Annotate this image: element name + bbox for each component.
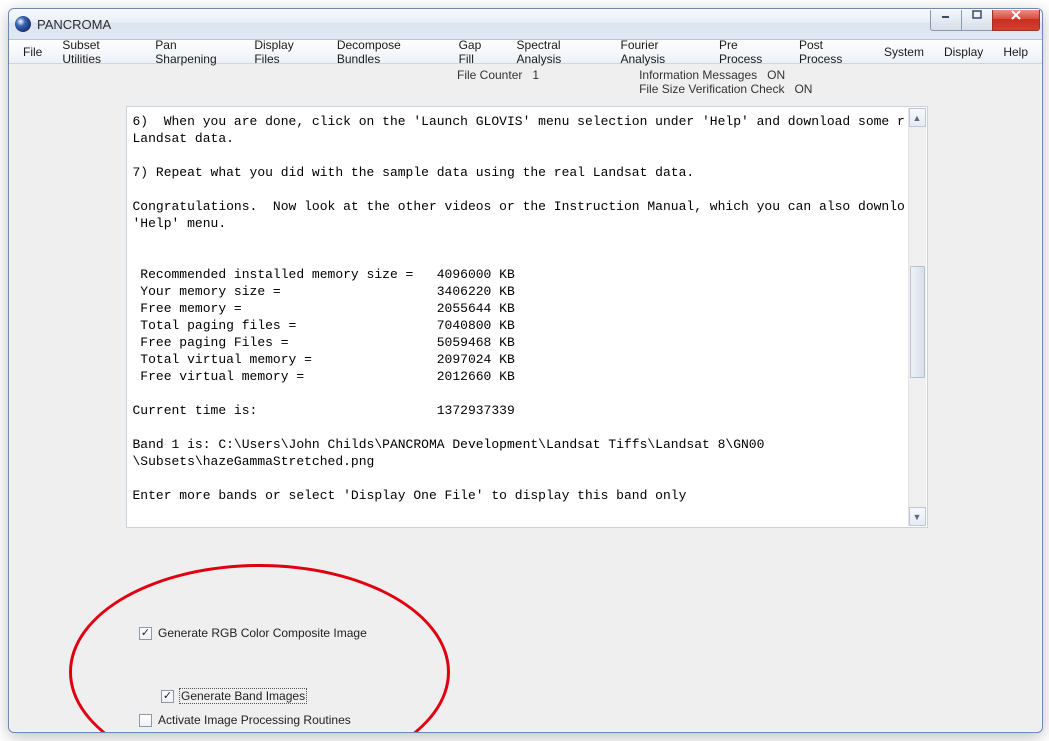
scroll-down-icon[interactable]: ▼ [909,507,926,526]
log-text: 6) When you are done, click on the 'Laun… [133,113,905,521]
menu-file[interactable]: File [13,43,52,61]
size-check-label: File Size Verification Check [639,82,784,96]
checkbox-rgb-composite-label: Generate RGB Color Composite Image [158,626,367,640]
menu-help[interactable]: Help [993,43,1038,61]
minimize-button[interactable] [930,10,962,31]
file-counter-label: File Counter [457,68,522,96]
checkbox-band-images-label: Generate Band Images [180,689,306,703]
log-scrollbar[interactable]: ▲ ▼ [908,108,926,526]
app-icon [15,16,31,32]
titlebar[interactable]: PANCROMA [9,9,1042,40]
menubar: File Subset Utilities Pan Sharpening Dis… [9,40,1042,64]
checkbox-image-processing-label: Activate Image Processing Routines [158,713,351,727]
close-button[interactable] [992,10,1040,31]
menu-display[interactable]: Display [934,43,993,61]
info-messages-label: Information Messages [639,68,757,82]
options-group: Generate RGB Color Composite Image Gener… [139,624,367,733]
file-counter-value: 1 [532,68,539,96]
scroll-thumb[interactable] [910,266,925,378]
log-panel: 6) When you are done, click on the 'Laun… [126,106,928,528]
checkbox-rgb-composite[interactable] [139,627,152,640]
checkbox-band-images[interactable] [161,690,174,703]
scroll-track[interactable] [909,126,926,508]
scroll-up-icon[interactable]: ▲ [909,108,926,127]
app-window: PANCROMA File Subset Utilities Pan Sharp… [8,8,1043,733]
status-row: File Counter 1 Information Messages ON F… [17,64,1034,106]
menu-system[interactable]: System [874,43,934,61]
window-controls [931,10,1040,31]
client-area: File Counter 1 Information Messages ON F… [9,64,1042,732]
size-check-value: ON [794,82,812,96]
window-title: PANCROMA [37,17,111,32]
maximize-button[interactable] [961,10,993,31]
checkbox-image-processing[interactable] [139,714,152,727]
info-messages-value: ON [767,68,785,82]
